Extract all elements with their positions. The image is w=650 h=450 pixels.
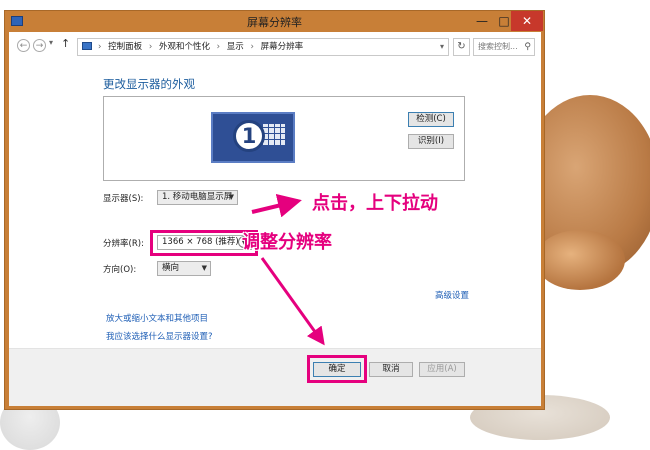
arrow-to-click-hint [251,193,302,218]
annotation-adjust-hint: 调整分辨率 [242,232,332,253]
annotation-arrows [251,193,325,346]
arrow-to-ok-button [260,257,325,346]
annotation-click-hint: 点击，上下拉动 [312,193,438,214]
